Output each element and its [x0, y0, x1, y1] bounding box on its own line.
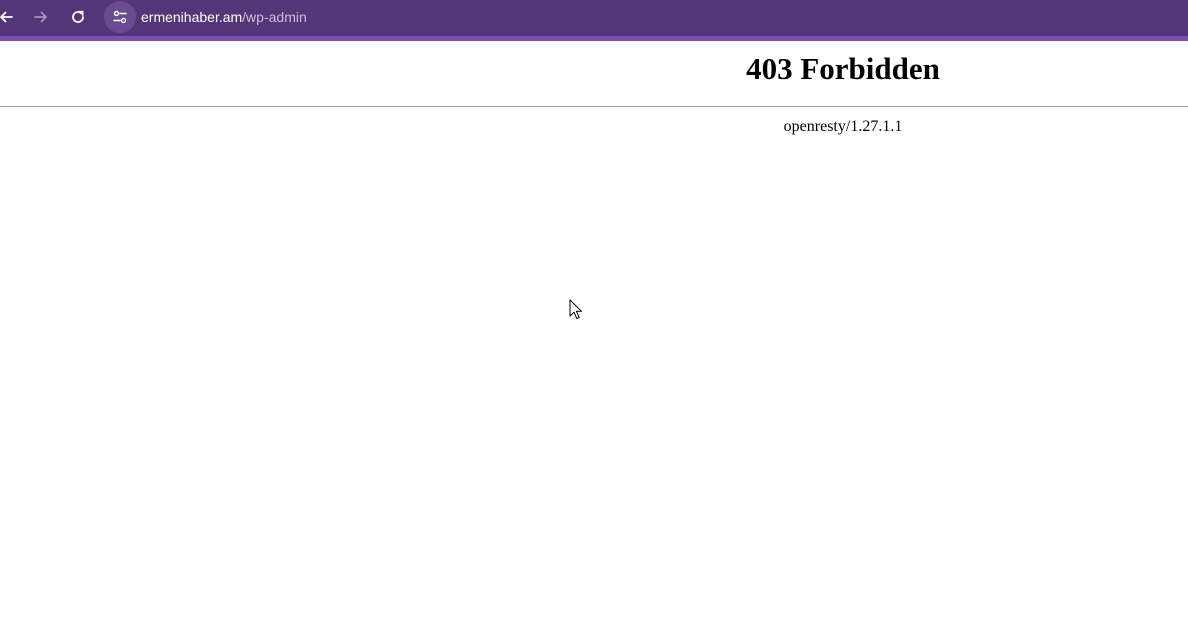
back-arrow-icon: [0, 11, 13, 23]
url-text: ermenihaber.am/wp-admin: [141, 9, 307, 25]
back-button[interactable]: [0, 5, 18, 29]
mouse-pointer-icon: [569, 299, 583, 326]
reload-button[interactable]: [66, 5, 90, 29]
url-path: /wp-admin: [242, 9, 307, 25]
forward-arrow-icon: [34, 11, 47, 23]
horizontal-rule: [0, 106, 1188, 107]
reload-icon: [72, 10, 84, 23]
site-info-button[interactable]: [104, 1, 136, 33]
page-content: 403 Forbidden openresty/1.27.1.1: [0, 41, 1188, 624]
address-bar[interactable]: ermenihaber.am/wp-admin: [104, 0, 1188, 34]
url-host: ermenihaber.am: [141, 9, 243, 25]
forward-button[interactable]: [29, 5, 53, 29]
page-title: 403 Forbidden: [746, 51, 940, 86]
browser-toolbar: ermenihaber.am/wp-admin: [0, 0, 1188, 41]
server-signature: openresty/1.27.1.1: [783, 118, 903, 135]
site-settings-icon: [113, 10, 127, 24]
